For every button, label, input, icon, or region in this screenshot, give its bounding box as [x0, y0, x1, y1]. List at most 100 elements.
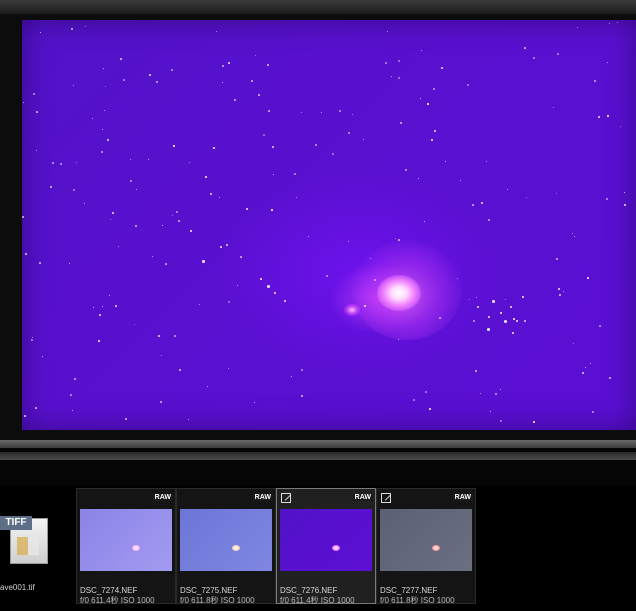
raw-badge: RAW: [252, 494, 273, 501]
star: [85, 26, 87, 28]
star: [582, 372, 585, 375]
star: [524, 47, 526, 49]
star: [487, 328, 490, 331]
star: [624, 192, 626, 194]
star: [205, 176, 207, 178]
star: [220, 246, 222, 248]
star: [222, 65, 224, 67]
star: [507, 189, 509, 191]
star: [99, 314, 102, 317]
star: [574, 236, 576, 238]
star: [190, 230, 192, 232]
star: [490, 411, 492, 413]
star: [395, 238, 397, 240]
raw-badge: RAW: [352, 494, 373, 501]
filmstrip-thumbnail[interactable]: RAW DSC_7274.NEF f/0 611.4秒 ISO 1000: [76, 488, 176, 605]
star: [522, 296, 524, 298]
star: [40, 32, 42, 34]
star: [260, 278, 262, 280]
filmstrip-thumbnail[interactable]: RAW DSC_7275.NEF f/0 611.8秒 ISO 1000: [176, 488, 276, 605]
star: [398, 60, 401, 63]
star: [31, 339, 33, 341]
star: [149, 74, 151, 76]
star: [559, 294, 562, 297]
star: [102, 129, 104, 131]
star: [102, 306, 104, 308]
thumbnail-filename: DSC_7277.NEF: [380, 586, 438, 595]
star: [240, 256, 242, 258]
star: [174, 335, 176, 337]
star: [258, 94, 261, 97]
star: [173, 145, 175, 147]
viewer-scrollbar[interactable]: [0, 440, 636, 448]
star: [296, 197, 298, 199]
star: [526, 197, 528, 199]
star: [105, 86, 107, 88]
star: [587, 277, 589, 279]
star: [72, 410, 74, 412]
star: [364, 305, 366, 307]
star: [294, 173, 296, 175]
thumbnail-image: [180, 509, 272, 571]
star: [120, 58, 122, 60]
star: [439, 317, 441, 319]
star: [418, 178, 420, 180]
star: [400, 122, 402, 124]
star: [42, 356, 44, 358]
thumbnail-exif: f/0 611.8秒 ISO 1000: [180, 596, 255, 605]
star: [103, 68, 105, 70]
filmstrip: TIFF ave001.tif RAW DSC_7274.NEF f/0 611…: [0, 486, 636, 611]
star: [434, 130, 436, 132]
star: [492, 300, 495, 303]
star: [533, 57, 535, 59]
star: [171, 69, 174, 72]
star: [421, 50, 423, 52]
star: [301, 395, 304, 398]
star: [178, 220, 181, 223]
thumbnail-image: [380, 509, 472, 571]
star: [488, 219, 490, 221]
star: [486, 161, 488, 163]
file-type-badge: TIFF: [0, 516, 32, 530]
star: [500, 420, 503, 423]
thumbnail-exif: f/0 611.8秒 ISO 1000: [380, 596, 455, 605]
star: [39, 262, 41, 264]
star: [284, 300, 286, 302]
star: [505, 299, 507, 301]
star: [558, 288, 560, 290]
preview-image[interactable]: [22, 20, 636, 430]
star: [467, 84, 470, 87]
star: [348, 241, 350, 243]
filmstrip-thumbnail[interactable]: RAW DSC_7277.NEF f/0 611.8秒 ISO 1000: [376, 488, 476, 605]
star: [326, 275, 328, 277]
star: [599, 325, 601, 327]
star: [255, 55, 257, 57]
star: [500, 389, 502, 391]
star: [480, 393, 482, 395]
star: [92, 118, 94, 120]
star: [301, 112, 303, 114]
star: [524, 320, 526, 322]
star: [594, 80, 596, 82]
star: [268, 110, 270, 112]
image-viewer: [0, 14, 636, 440]
star: [267, 64, 269, 66]
nebula-knot: [344, 304, 360, 316]
filmstrip-divider[interactable]: [0, 452, 636, 460]
star: [84, 203, 86, 205]
star: [118, 246, 120, 248]
star: [76, 162, 78, 164]
raw-badge: RAW: [452, 494, 473, 501]
star: [553, 107, 555, 109]
star: [73, 189, 75, 191]
filmstrip-thumbnail-selected[interactable]: RAW DSC_7276.NEF f/0 611.4秒 ISO 1000: [276, 488, 376, 605]
star: [321, 112, 323, 114]
star: [35, 407, 37, 409]
star: [460, 180, 462, 182]
star: [481, 202, 483, 204]
star: [189, 162, 191, 164]
star: [405, 169, 407, 171]
star: [219, 197, 221, 199]
filmstrip-item-tiff[interactable]: TIFF ave001.tif: [0, 486, 72, 606]
star: [420, 98, 422, 100]
